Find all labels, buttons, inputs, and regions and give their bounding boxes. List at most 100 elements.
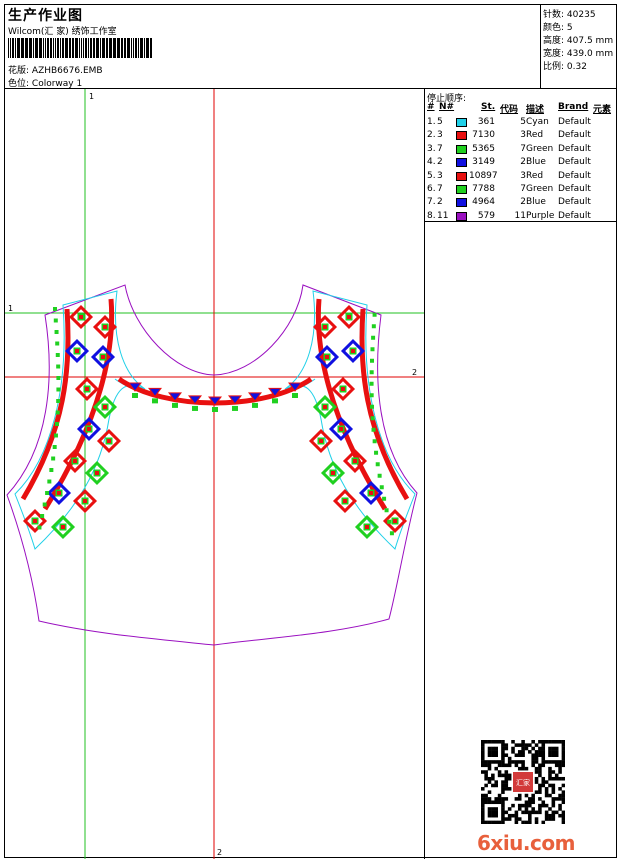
- qr-module: [528, 750, 532, 754]
- qr-module: [534, 766, 539, 771]
- qr-module: [524, 793, 529, 798]
- qr-module: [561, 763, 565, 768]
- qr-module: [561, 790, 565, 794]
- barcode-bar: [106, 38, 108, 58]
- legend-desc: Red: [526, 170, 544, 181]
- barcode-bar: [15, 38, 16, 58]
- qr-module: [481, 810, 485, 815]
- green-accent: [56, 364, 61, 369]
- red-border-band: [20, 308, 71, 501]
- barcode-bar: [146, 38, 149, 58]
- qr-module: [548, 776, 552, 781]
- green-accent: [389, 531, 394, 536]
- qr-module: [548, 750, 552, 754]
- qr-module: [544, 817, 549, 821]
- qr-module: [534, 810, 539, 815]
- qr-module: [494, 783, 498, 788]
- legend-index: 4.: [427, 157, 436, 168]
- qr-module: [507, 813, 512, 818]
- qr-module: [501, 800, 505, 805]
- qr-module: [481, 770, 485, 774]
- qr-module: [548, 817, 552, 821]
- green-accent: [56, 387, 61, 392]
- green-accent: [375, 462, 380, 467]
- qr-module: [511, 750, 515, 754]
- qr-module: [507, 756, 512, 761]
- barcode-bar: [25, 38, 28, 58]
- qr-module: [484, 770, 488, 774]
- green-accent: [55, 410, 60, 415]
- legend-color-swatch: [456, 211, 467, 221]
- legend-brand: Default: [558, 184, 591, 194]
- qr-module: [494, 780, 498, 784]
- barcode-bar: [93, 38, 95, 58]
- qr-module: [481, 760, 485, 764]
- barcode-bar: [57, 38, 59, 58]
- qr-module: [514, 810, 519, 815]
- green-accent: [370, 404, 375, 409]
- qr-module: [484, 776, 488, 781]
- qr-module: [548, 813, 552, 818]
- qr-module: [497, 770, 502, 774]
- qr-module: [487, 797, 492, 801]
- qr-module: [534, 780, 539, 784]
- legend-index: 8.: [427, 210, 436, 221]
- qr-module: [538, 750, 542, 754]
- qr-module: [524, 803, 529, 808]
- qr-module: [481, 793, 485, 798]
- legend-code: 2: [520, 197, 526, 208]
- green-accent: [55, 341, 60, 346]
- qr-module: [481, 743, 485, 747]
- qr-module: [534, 750, 539, 754]
- guide-label-v1: 1: [89, 92, 94, 101]
- barcode-bar: [88, 38, 89, 58]
- legend-code: 7: [520, 184, 526, 194]
- qr-module: [481, 746, 485, 751]
- design-label: 花版:: [8, 66, 30, 76]
- qr-module: [501, 807, 505, 811]
- qr-module: [494, 760, 498, 764]
- qr-module: [491, 783, 495, 788]
- qr-module: [514, 743, 519, 747]
- qr-module: [538, 746, 542, 751]
- qr-module: [554, 810, 559, 815]
- stat-height: 高度: 407.5 mm: [543, 36, 614, 46]
- qr-module: [548, 760, 552, 764]
- green-accent: [49, 468, 54, 472]
- qr-module: [491, 810, 495, 815]
- qr-module: [504, 810, 509, 815]
- qr-module: [534, 817, 539, 821]
- qr-module: [484, 820, 488, 824]
- qr-module: [554, 740, 559, 744]
- barcode-bar: [140, 38, 143, 58]
- qr-module: [481, 756, 485, 761]
- legend-desc: Red: [526, 130, 544, 141]
- qr-module: [551, 800, 556, 805]
- qr-module: [531, 793, 535, 798]
- qr-module: [487, 766, 492, 771]
- qr-module: [487, 813, 492, 818]
- qr-module: [504, 783, 509, 788]
- barcode-bar: [43, 38, 44, 58]
- barcode-bar: [135, 38, 137, 58]
- qr-module: [548, 793, 552, 798]
- legend-code: 5: [520, 117, 526, 127]
- qr-module: [544, 793, 549, 798]
- barcode-bar: [109, 38, 112, 58]
- legend-needle: 7: [437, 184, 443, 194]
- qr-module: [561, 817, 565, 821]
- qr-module: [541, 763, 546, 768]
- qr-module: [561, 746, 565, 751]
- qr-module: [524, 743, 529, 747]
- qr-module: [534, 753, 539, 757]
- barcode-bar: [69, 38, 71, 58]
- qr-module: [551, 746, 556, 751]
- qr-module: [534, 760, 539, 764]
- qr-module: [521, 760, 525, 764]
- neck-leaf: [192, 405, 198, 411]
- qr-module: [491, 776, 495, 781]
- qr-module: [538, 787, 542, 791]
- qr-module: [548, 740, 552, 744]
- barcode-bar: [62, 38, 64, 58]
- barcode-bar: [83, 38, 84, 58]
